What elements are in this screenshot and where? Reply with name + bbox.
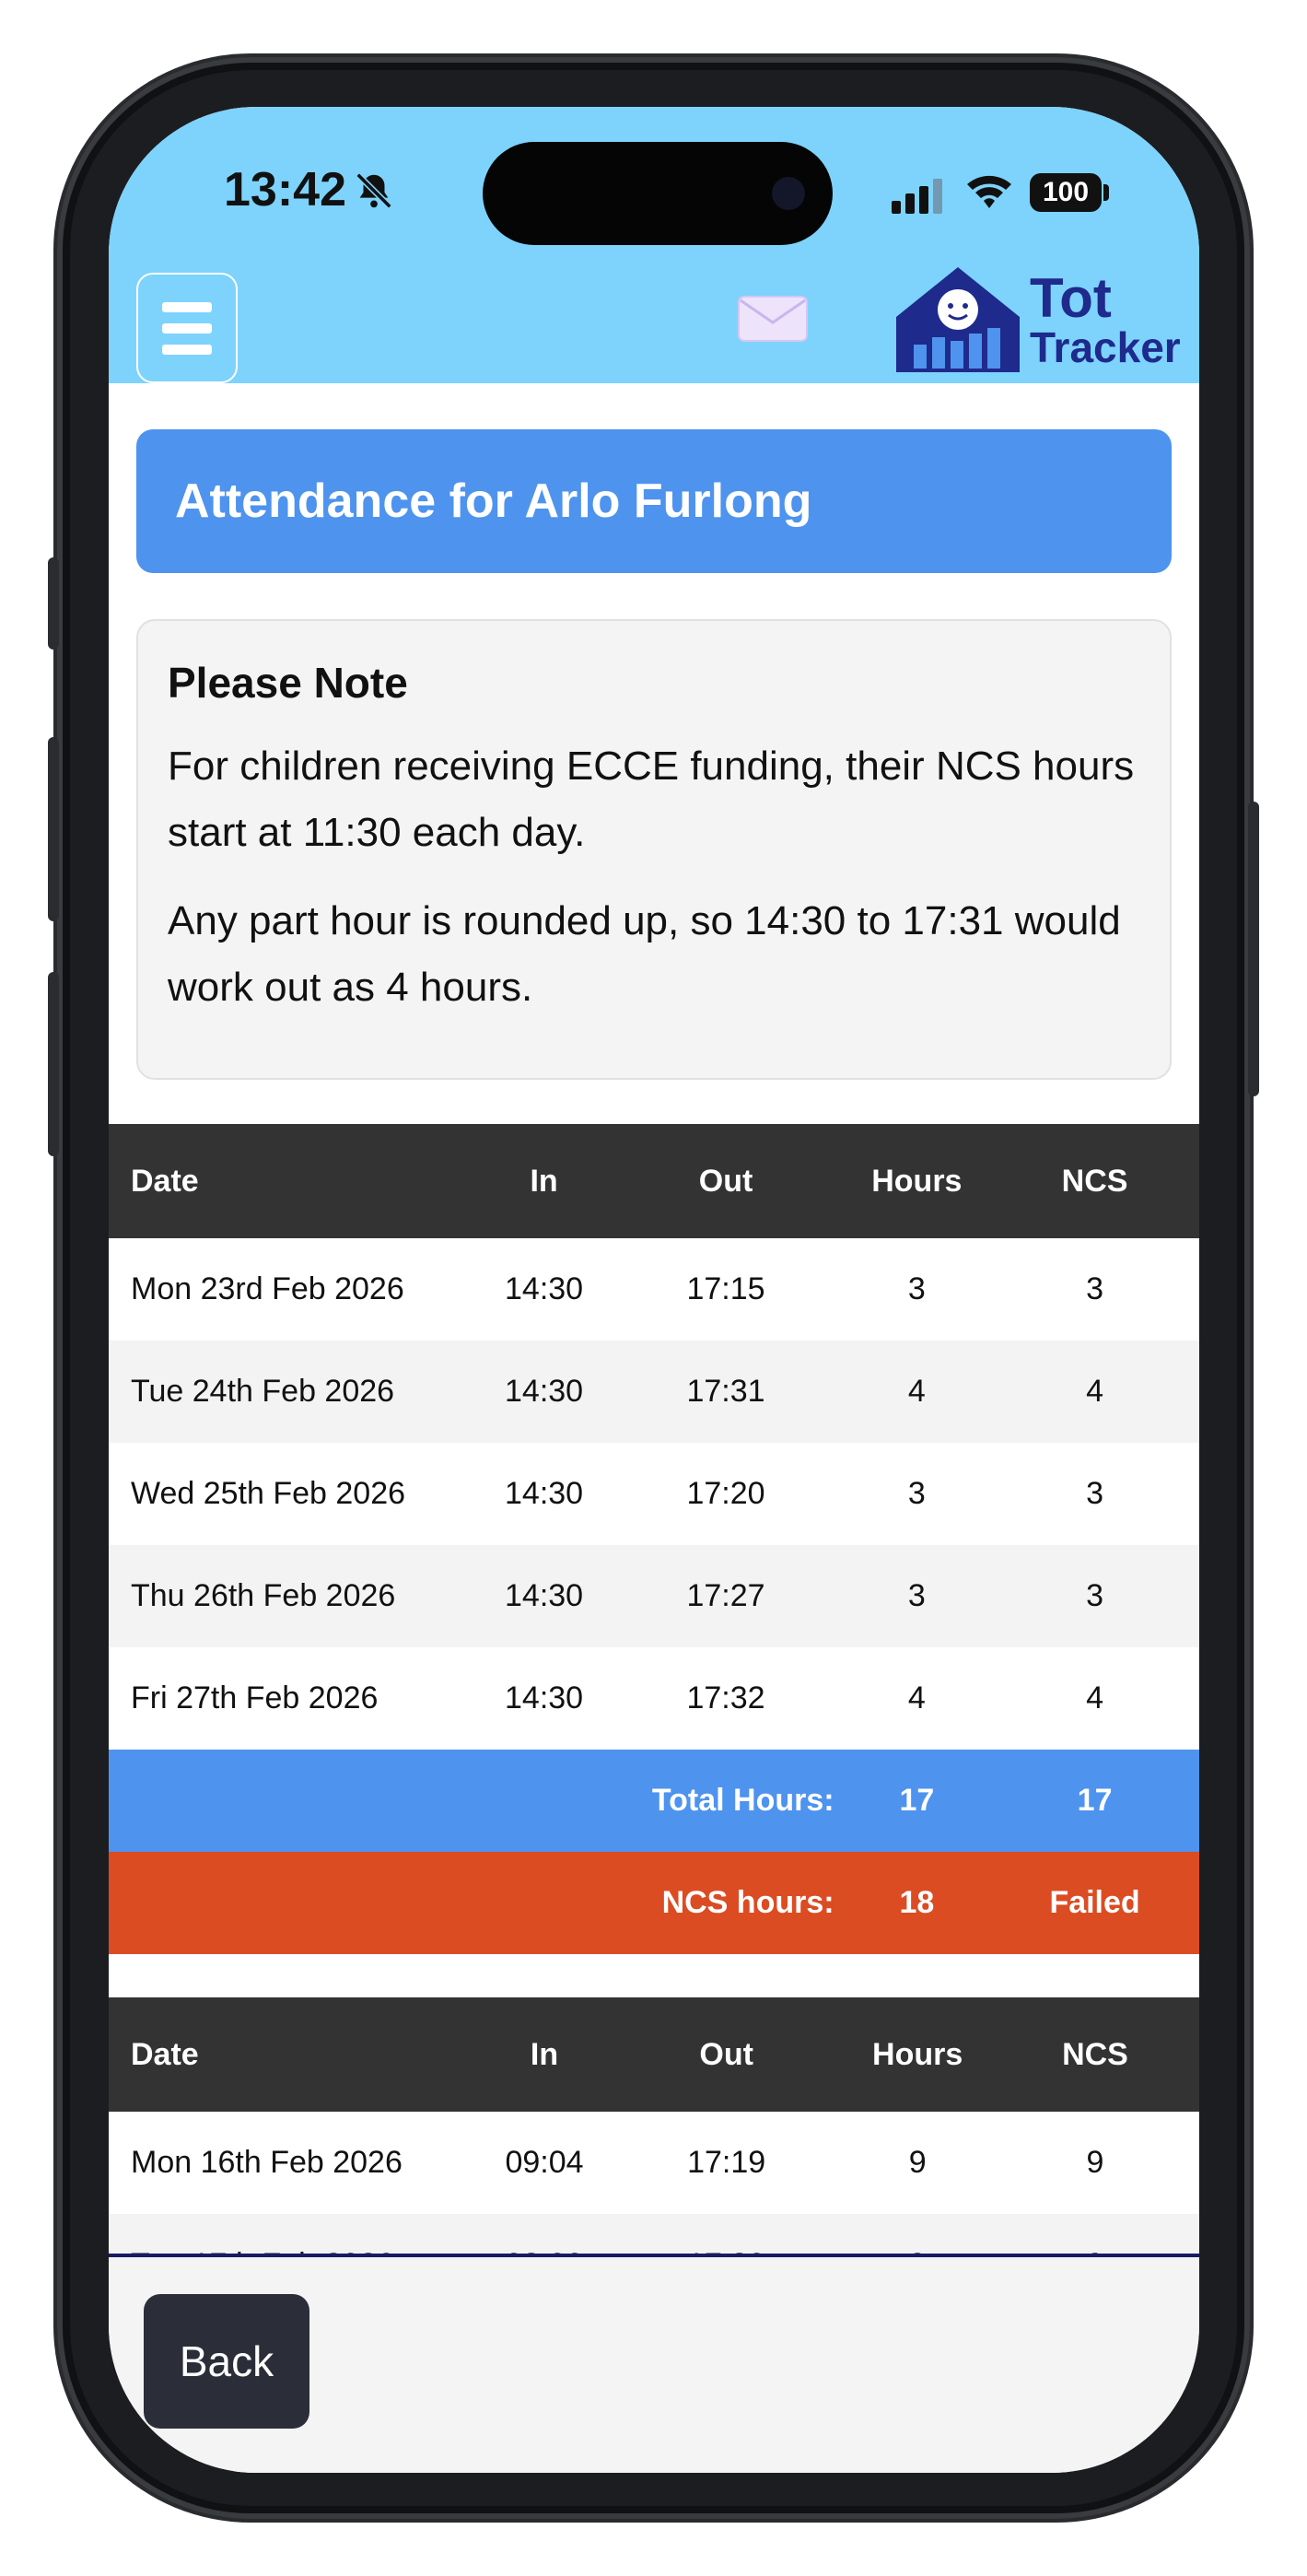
dynamic-island (483, 142, 833, 245)
bell-slash-icon (356, 172, 392, 209)
cell-ncs: 9 (990, 2112, 1199, 2214)
cell-hours: 4 (843, 1647, 991, 1750)
footer-bar: Back (109, 2257, 1199, 2473)
logo-wordmark: Tot Tracker (1030, 271, 1181, 369)
column-header-in: In (480, 1997, 609, 2112)
hamburger-menu-button[interactable] (136, 273, 238, 383)
table-header-row: Date In Out Hours NCS (109, 1997, 1199, 2112)
volume-down-button (48, 972, 59, 1156)
cell-ncs: 3 (990, 1545, 1199, 1647)
ncs-status-badge: Failed (990, 1852, 1199, 1954)
table-row: Wed 25th Feb 2026 14:30 17:20 3 3 (109, 1443, 1199, 1545)
column-header-in: In (479, 1124, 609, 1238)
battery-indicator: 100 (1030, 173, 1102, 212)
status-bar: 13:42 100 (109, 107, 1199, 245)
envelope-icon[interactable] (737, 293, 809, 345)
cell-ncs: 3 (990, 1238, 1199, 1341)
cell-in: 08:00 (480, 2214, 609, 2254)
cell-in: 14:30 (479, 1647, 609, 1750)
cell-ncs: 4 (990, 1647, 1199, 1750)
menu-bar-icon (162, 344, 212, 355)
column-header-ncs: NCS (990, 1997, 1199, 2112)
cell-in: 14:30 (479, 1238, 609, 1341)
note-box: Please Note For children receiving ECCE … (136, 619, 1172, 1080)
volume-up-button (48, 737, 59, 921)
table-row: Thu 26th Feb 2026 14:30 17:27 3 3 (109, 1545, 1199, 1647)
battery-tip (1103, 184, 1109, 201)
total-ncs-value: 17 (990, 1750, 1199, 1852)
page-title: Attendance for Arlo Furlong (136, 429, 1172, 573)
back-button[interactable]: Back (144, 2294, 309, 2429)
total-hours-row: Total Hours: 17 17 (109, 1750, 1199, 1852)
logo-line-tot: Tot (1030, 267, 1112, 329)
wifi-icon (967, 175, 1011, 208)
total-hours-label: Total Hours: (109, 1750, 844, 1852)
cell-ncs: 9 (990, 2214, 1199, 2254)
cell-in: 14:30 (479, 1443, 609, 1545)
logo-line-tracker: Tracker (1030, 323, 1181, 371)
table-header-row: Date In Out Hours NCS (109, 1124, 1199, 1238)
column-header-date: Date (109, 1997, 481, 2112)
column-header-ncs: NCS (990, 1124, 1199, 1238)
cell-ncs: 3 (990, 1443, 1199, 1545)
cell-out: 17:27 (608, 1545, 844, 1647)
cell-hours: 3 (843, 1443, 991, 1545)
status-time: 13:42 (224, 163, 346, 217)
cell-out: 17:19 (608, 2112, 845, 2214)
cell-in: 14:30 (479, 1341, 609, 1443)
ncs-hours-row: NCS hours: 18 Failed (109, 1852, 1199, 1954)
ncs-hours-value: 18 (843, 1852, 991, 1954)
app-screen: 13:42 100 Tot Tracker Attendance for Arl… (109, 107, 1199, 2473)
menu-bar-icon (162, 322, 212, 334)
table-row: Tue 17th Feb 2026 08:00 17:30 9 9 (109, 2214, 1199, 2254)
cell-out: 17:15 (608, 1238, 844, 1341)
attendance-table-week1: Date In Out Hours NCS Mon 23rd Feb 2026 … (109, 1124, 1199, 1954)
power-button (1248, 802, 1259, 1096)
cell-out: 17:32 (608, 1647, 844, 1750)
total-hours-value: 17 (843, 1750, 991, 1852)
cell-in: 09:04 (480, 2112, 609, 2214)
main-content: Attendance for Arlo Furlong Please Note … (109, 383, 1199, 2254)
note-paragraph: For children receiving ECCE funding, the… (168, 744, 1135, 855)
column-header-out: Out (608, 1997, 845, 2112)
cell-date: Fri 27th Feb 2026 (109, 1647, 480, 1750)
cell-hours: 4 (843, 1341, 991, 1443)
cell-out: 17:20 (608, 1443, 844, 1545)
cell-hours: 9 (844, 2112, 991, 2214)
action-button (48, 557, 59, 650)
table-row: Mon 23rd Feb 2026 14:30 17:15 3 3 (109, 1238, 1199, 1341)
cell-date: Mon 16th Feb 2026 (109, 2112, 481, 2214)
menu-bar-icon (162, 301, 212, 312)
cell-hours: 9 (844, 2214, 991, 2254)
cell-hours: 3 (843, 1545, 991, 1647)
cell-hours: 3 (843, 1238, 991, 1341)
cell-date: Thu 26th Feb 2026 (109, 1545, 480, 1647)
cell-out: 17:30 (608, 2214, 845, 2254)
cellular-signal-icon (892, 179, 942, 214)
note-paragraph: Any part hour is rounded up, so 14:30 to… (168, 898, 1121, 1010)
cell-date: Tue 24th Feb 2026 (109, 1341, 480, 1443)
cell-out: 17:31 (608, 1341, 844, 1443)
camera-icon (772, 177, 805, 210)
cell-date: Mon 23rd Feb 2026 (109, 1238, 480, 1341)
column-header-hours: Hours (844, 1997, 991, 2112)
column-header-date: Date (109, 1124, 480, 1238)
cell-ncs: 4 (990, 1341, 1199, 1443)
column-header-hours: Hours (843, 1124, 991, 1238)
column-header-out: Out (608, 1124, 844, 1238)
ncs-hours-label: NCS hours: (109, 1852, 844, 1954)
cell-in: 14:30 (479, 1545, 609, 1647)
table-row: Mon 16th Feb 2026 09:04 17:19 9 9 (109, 2112, 1199, 2214)
attendance-table-week2: Date In Out Hours NCS Mon 16th Feb 2026 … (109, 1997, 1199, 2254)
cell-date: Tue 17th Feb 2026 (109, 2214, 481, 2254)
note-heading: Please Note (168, 659, 408, 707)
table-row: Tue 24th Feb 2026 14:30 17:31 4 4 (109, 1341, 1199, 1443)
table-row: Fri 27th Feb 2026 14:30 17:32 4 4 (109, 1647, 1199, 1750)
app-header: Tot Tracker (109, 245, 1199, 383)
cell-date: Wed 25th Feb 2026 (109, 1443, 480, 1545)
